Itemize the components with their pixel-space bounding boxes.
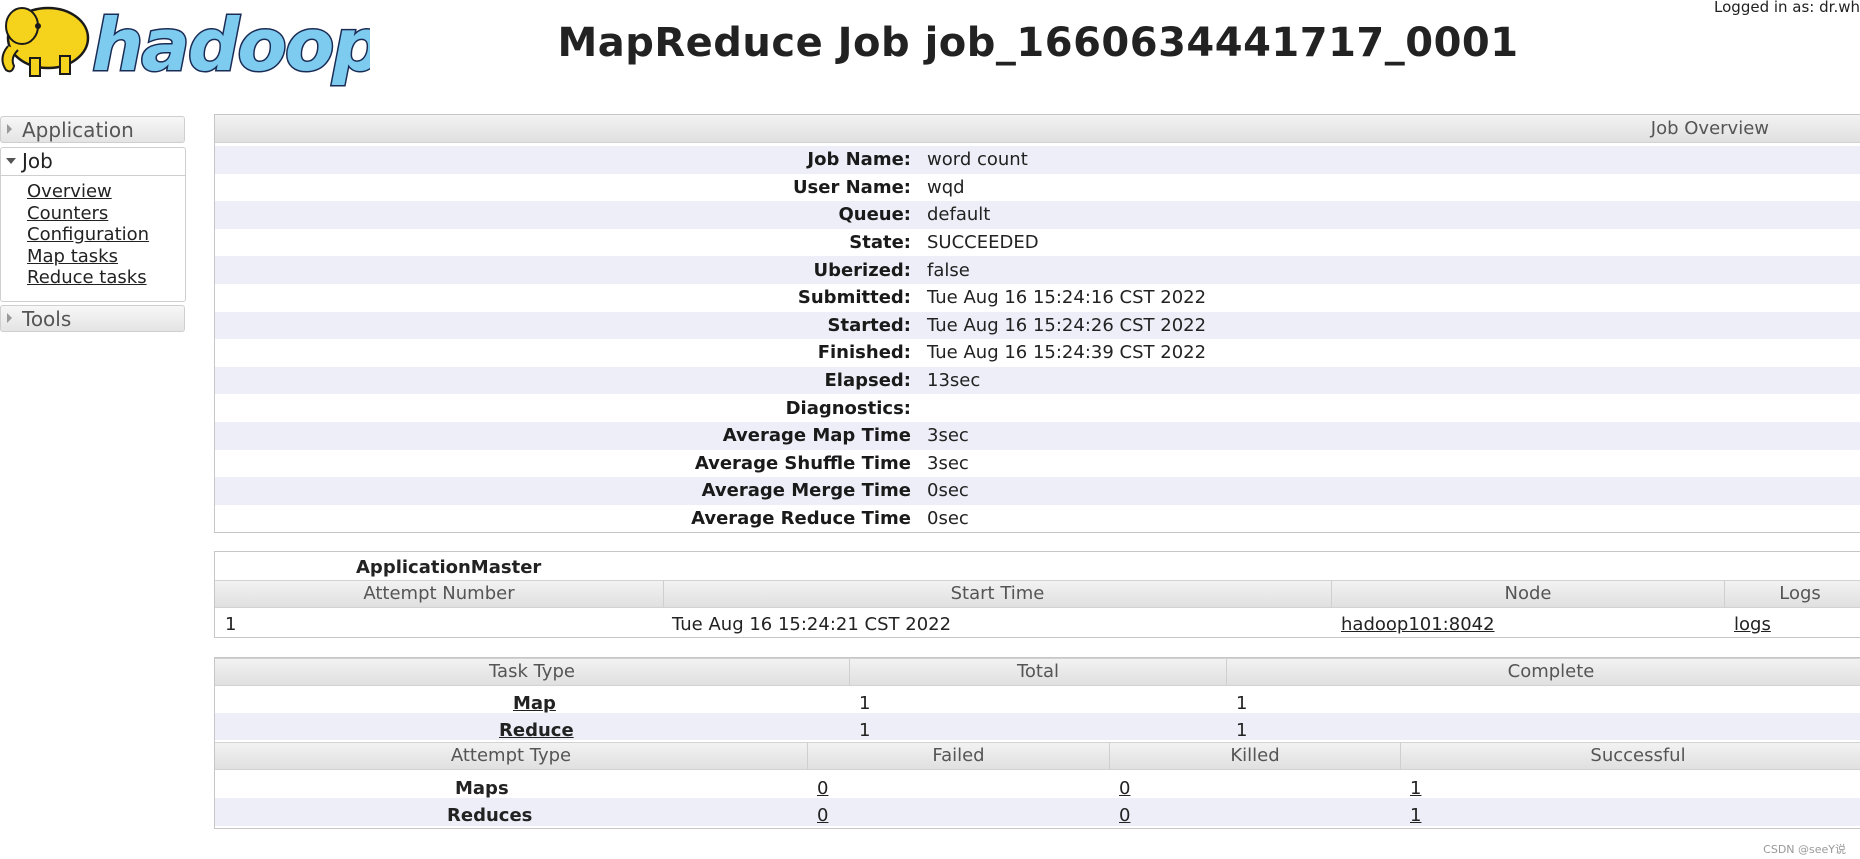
- column-header-total: Total: [849, 659, 1226, 685]
- column-header-complete: Complete: [1226, 659, 1860, 685]
- attempt-successful-link[interactable]: 1: [1410, 805, 1421, 826]
- application-master-panel: ApplicationMaster Attempt Number Start T…: [214, 551, 1860, 638]
- attempt-failed-link[interactable]: 0: [817, 778, 828, 799]
- nav-section-label: Tools: [22, 307, 72, 331]
- overview-row: Uberized: false: [215, 256, 1860, 284]
- task-total: 1: [859, 720, 871, 741]
- tasks-table-header: Task Type Total Complete: [215, 658, 1860, 686]
- chevron-down-icon: [6, 158, 16, 164]
- nav-section-job: Job Overview Counters Configuration Map …: [0, 147, 186, 302]
- column-header-attempt-type: Attempt Type: [450, 745, 572, 766]
- overview-key: Started:: [827, 314, 912, 336]
- am-node-link[interactable]: hadoop101:8042: [1341, 614, 1495, 635]
- attempt-type-reduces: Reduces: [447, 805, 533, 826]
- nav-section-tools[interactable]: Tools: [0, 305, 185, 332]
- overview-row: Average Map Time 3sec: [215, 421, 1860, 450]
- column-header-task-type: Task Type: [489, 661, 575, 682]
- overview-key: State:: [849, 232, 911, 254]
- column-header-killed: Killed: [1109, 743, 1400, 769]
- overview-key: Uberized:: [813, 259, 911, 281]
- overview-value: 0sec: [927, 480, 969, 502]
- row-background: [215, 713, 1860, 740]
- overview-value: false: [927, 259, 970, 281]
- overview-key: Average Merge Time: [701, 480, 911, 502]
- overview-key: Diagnostics:: [785, 397, 911, 419]
- overview-row: Started: Tue Aug 16 15:24:26 CST 2022: [215, 311, 1860, 340]
- overview-key: Queue:: [838, 204, 911, 226]
- overview-value: word count: [927, 149, 1028, 171]
- am-start-time: Tue Aug 16 15:24:21 CST 2022: [672, 614, 952, 635]
- overview-key: Elapsed:: [824, 370, 911, 392]
- overview-key: Submitted:: [797, 287, 911, 309]
- nav-section-job-header[interactable]: Job: [1, 148, 185, 176]
- attempt-successful-link[interactable]: 1: [1410, 778, 1421, 799]
- attempt-killed-link[interactable]: 0: [1119, 778, 1130, 799]
- column-header-node[interactable]: Node: [1331, 581, 1724, 607]
- overview-row: State: SUCCEEDED: [215, 229, 1860, 257]
- overview-value: Tue Aug 16 15:24:39 CST 2022: [927, 342, 1207, 364]
- overview-value: Tue Aug 16 15:24:26 CST 2022: [927, 314, 1207, 336]
- overview-row: Elapsed: 13sec: [215, 366, 1860, 395]
- overview-row: Diagnostics:: [215, 394, 1860, 422]
- overview-value: 3sec: [927, 452, 969, 474]
- overview-row: Average Shuffle Time 3sec: [215, 450, 1860, 478]
- overview-row: Queue: default: [215, 201, 1860, 229]
- attempt-killed-link[interactable]: 0: [1119, 805, 1130, 826]
- chevron-right-icon: [7, 124, 12, 134]
- task-complete: 1: [1236, 693, 1248, 714]
- job-overview-heading: Job Overview: [215, 115, 1860, 143]
- tasks-panel: Task Type Total Complete Map 1 1 Reduce …: [214, 657, 1860, 829]
- attempt-type-maps: Maps: [455, 778, 509, 799]
- overview-row: Average Reduce Time 0sec: [215, 505, 1860, 533]
- am-attempt-number: 1: [225, 614, 237, 635]
- am-table-header: Attempt Number Start Time Node Logs: [215, 580, 1860, 608]
- page-title: MapReduce Job job_1660634441717_0001: [557, 20, 1519, 66]
- nav-link-counters[interactable]: Counters: [27, 203, 149, 225]
- overview-value: wqd: [927, 176, 965, 198]
- overview-value: SUCCEEDED: [927, 232, 1039, 254]
- overview-row: Average Merge Time 0sec: [215, 477, 1860, 505]
- overview-value: default: [927, 204, 991, 226]
- overview-value: Tue Aug 16 15:24:16 CST 2022: [927, 287, 1207, 309]
- nav-section-label: Application: [22, 118, 134, 142]
- am-logs-link[interactable]: logs: [1734, 614, 1771, 635]
- nav-link-configuration[interactable]: Configuration: [27, 224, 149, 246]
- nav-section-label: Job: [22, 149, 53, 173]
- job-overview-rows: Job Name: word count User Name: wqd Queue:…: [215, 143, 1860, 532]
- chevron-right-icon: [7, 313, 12, 323]
- overview-value: 0sec: [927, 508, 969, 530]
- nav-link-overview[interactable]: Overview: [27, 181, 149, 203]
- column-header-successful: Successful: [1400, 743, 1860, 769]
- job-overview-panel: Job Overview Job Name: word count User Na…: [214, 114, 1860, 533]
- column-header-attempt-number[interactable]: Attempt Number: [215, 581, 663, 607]
- task-total: 1: [859, 693, 871, 714]
- nav-link-reduce-tasks[interactable]: Reduce tasks: [27, 267, 149, 289]
- job-nav-links: Overview Counters Configuration Map task…: [27, 181, 149, 289]
- overview-value: 13sec: [927, 370, 981, 392]
- task-complete: 1: [1236, 720, 1248, 741]
- attempt-failed-link[interactable]: 0: [817, 805, 828, 826]
- application-master-title: ApplicationMaster: [356, 557, 542, 578]
- logged-in-label: Logged in as: dr.wh: [1714, 0, 1860, 16]
- column-header-logs[interactable]: Logs: [1724, 581, 1860, 607]
- task-type-map-link[interactable]: Map: [513, 693, 556, 714]
- overview-key: Average Shuffle Time: [694, 452, 911, 474]
- overview-key: Average Map Time: [722, 425, 911, 447]
- overview-key: Job Name:: [807, 149, 911, 171]
- nav-link-map-tasks[interactable]: Map tasks: [27, 246, 149, 268]
- task-type-reduce-link[interactable]: Reduce: [499, 720, 574, 741]
- attempts-table-header: Attempt Type Failed Killed Successful: [215, 742, 1860, 770]
- overview-row: Finished: Tue Aug 16 15:24:39 CST 2022: [215, 339, 1860, 367]
- overview-key: Finished:: [817, 342, 911, 364]
- column-header-start-time[interactable]: Start Time: [663, 581, 1331, 607]
- nav-section-application[interactable]: Application: [0, 116, 185, 143]
- column-header-failed: Failed: [807, 743, 1109, 769]
- overview-row: User Name: wqd: [215, 174, 1860, 202]
- overview-row: Job Name: word count: [215, 146, 1860, 174]
- overview-row: Submitted: Tue Aug 16 15:24:16 CST 2022: [215, 284, 1860, 312]
- overview-key: User Name:: [792, 176, 911, 198]
- overview-value: 3sec: [927, 425, 969, 447]
- overview-key: Average Reduce Time: [691, 508, 911, 530]
- watermark: CSDN @seeY说: [1763, 843, 1846, 856]
